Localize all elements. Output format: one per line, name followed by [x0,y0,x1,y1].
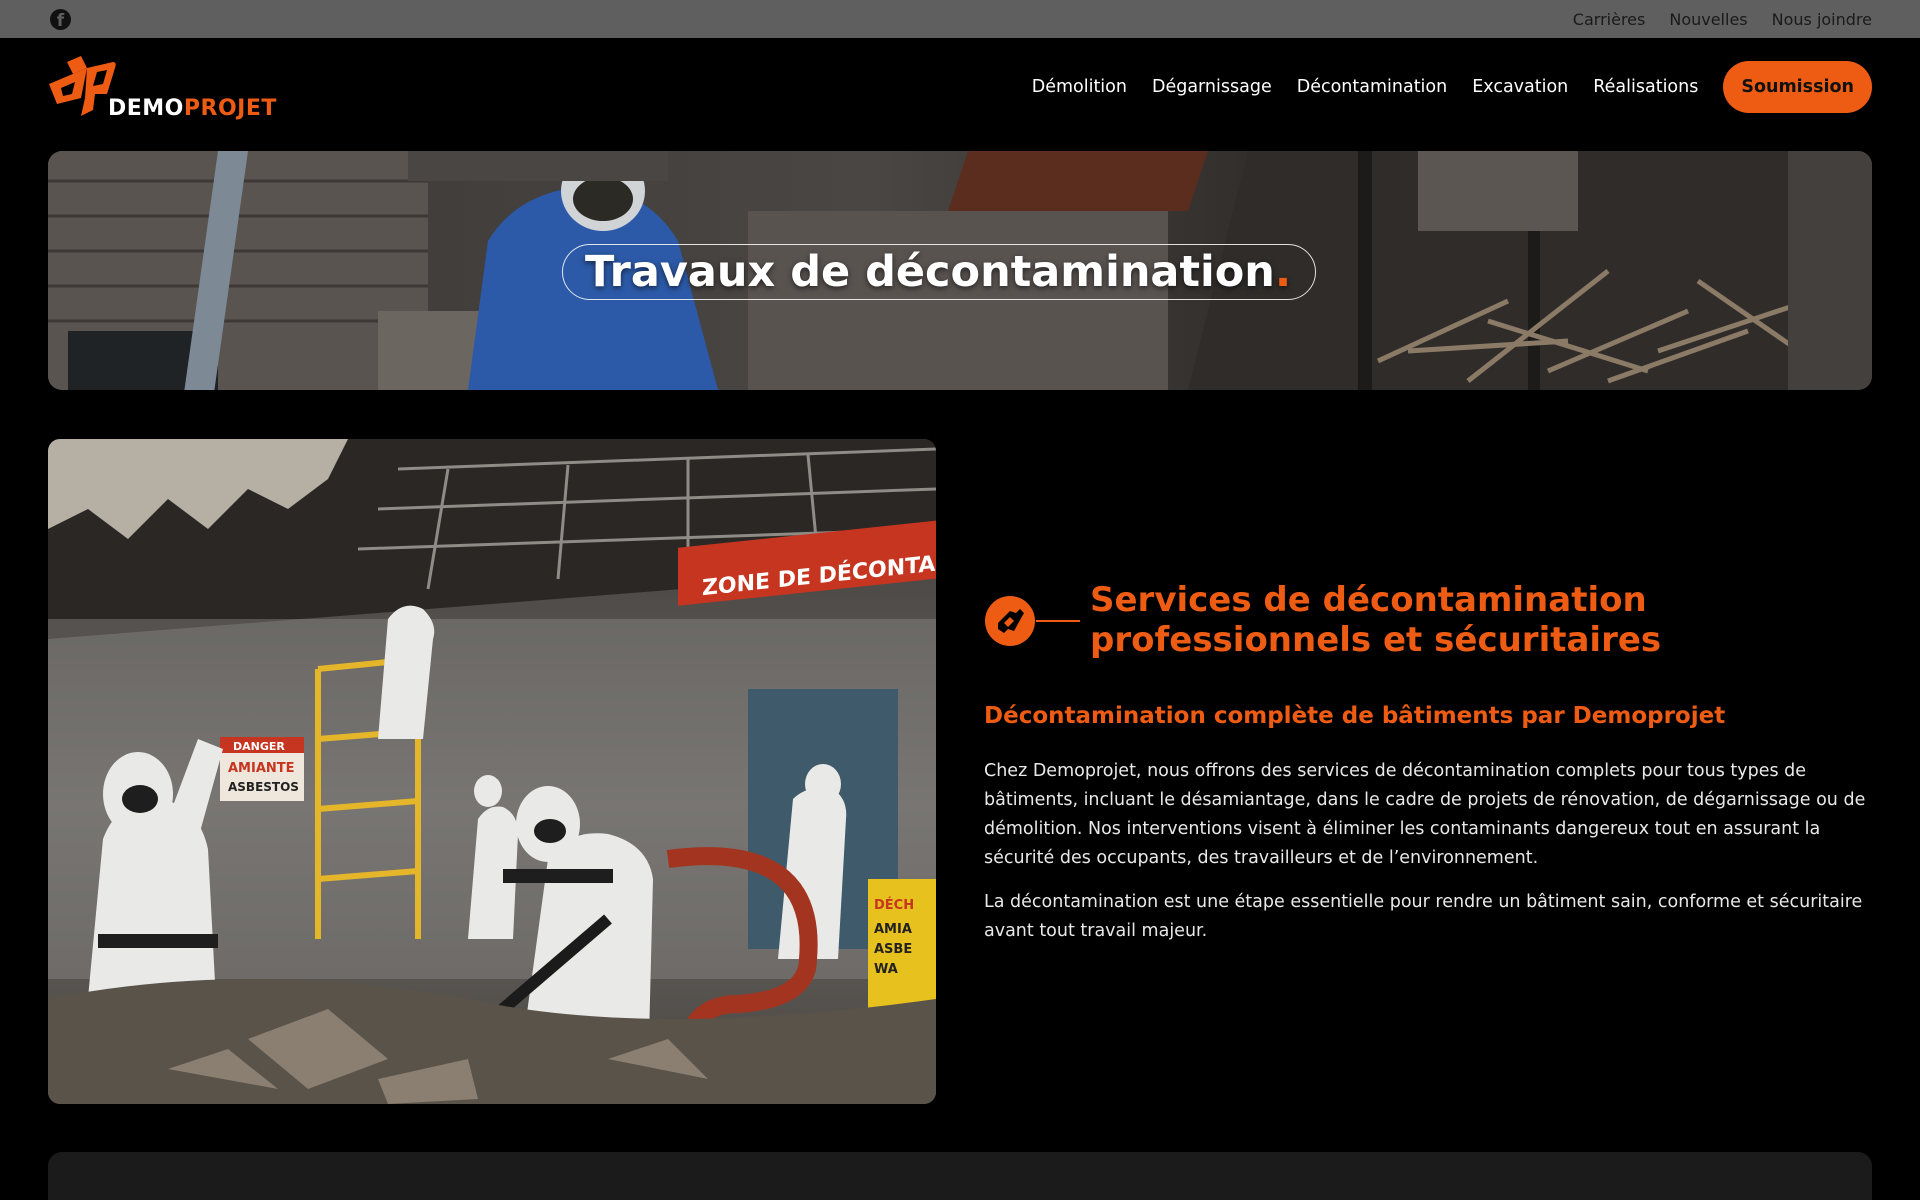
link-nouvelles[interactable]: Nouvelles [1669,10,1747,29]
bin-text-2: AMIA [874,922,912,937]
main-nav: Démolition Dégarnissage Décontamination … [1032,61,1872,113]
section-paragraph-1: Chez Demoprojet, nous offrons des servic… [984,761,1866,868]
logo-word-projet: PROJET [183,96,277,121]
nav-excavation[interactable]: Excavation [1472,77,1568,97]
logo-wordmark[interactable]: DEMOPROJET [108,96,277,121]
hero-title-dot: . [1274,247,1292,297]
link-nous-joindre[interactable]: Nous joindre [1772,10,1872,29]
section-title: Services de décontamination professionne… [1090,580,1662,660]
danger-sign-text: DANGER [233,740,285,753]
next-section-card [48,1152,1872,1200]
nav-decontamination[interactable]: Décontamination [1297,77,1448,97]
hero-banner: Travaux de décontamination. [48,151,1872,390]
decontamination-photo: ZONE DE DÉCONTAMINATIO DANGER AMIANTE AS… [48,439,936,1104]
hero-title: Travaux de décontamination. [562,244,1317,300]
utility-bar: f Carrières Nouvelles Nous joindre [0,0,1920,38]
link-carrieres[interactable]: Carrières [1573,10,1646,29]
asbestos-sign-text: ASBESTOS [228,780,299,794]
nav-realisations[interactable]: Réalisations [1593,77,1698,97]
amiante-sign-text: AMIANTE [228,761,295,776]
hero-title-text: Travaux de décontamination [585,247,1275,297]
nav-demolition[interactable]: Démolition [1032,77,1127,97]
bin-text-3: ASBE [874,942,912,957]
section-paragraph-2: La décontamination est une étape essenti… [984,892,1863,941]
nav-degarnissage[interactable]: Dégarnissage [1152,77,1272,97]
utility-links: Carrières Nouvelles Nous joindre [1573,0,1872,38]
dp-badge-icon [985,596,1080,646]
soumission-button[interactable]: Soumission [1723,61,1872,113]
bin-text-1: DÉCH [874,897,914,913]
facebook-icon[interactable]: f [50,9,71,30]
section-subtitle: Décontamination complète de bâtiments pa… [984,703,1726,729]
bin-text-4: WA [874,962,898,977]
logo-word-demo: DEMO [108,96,184,121]
